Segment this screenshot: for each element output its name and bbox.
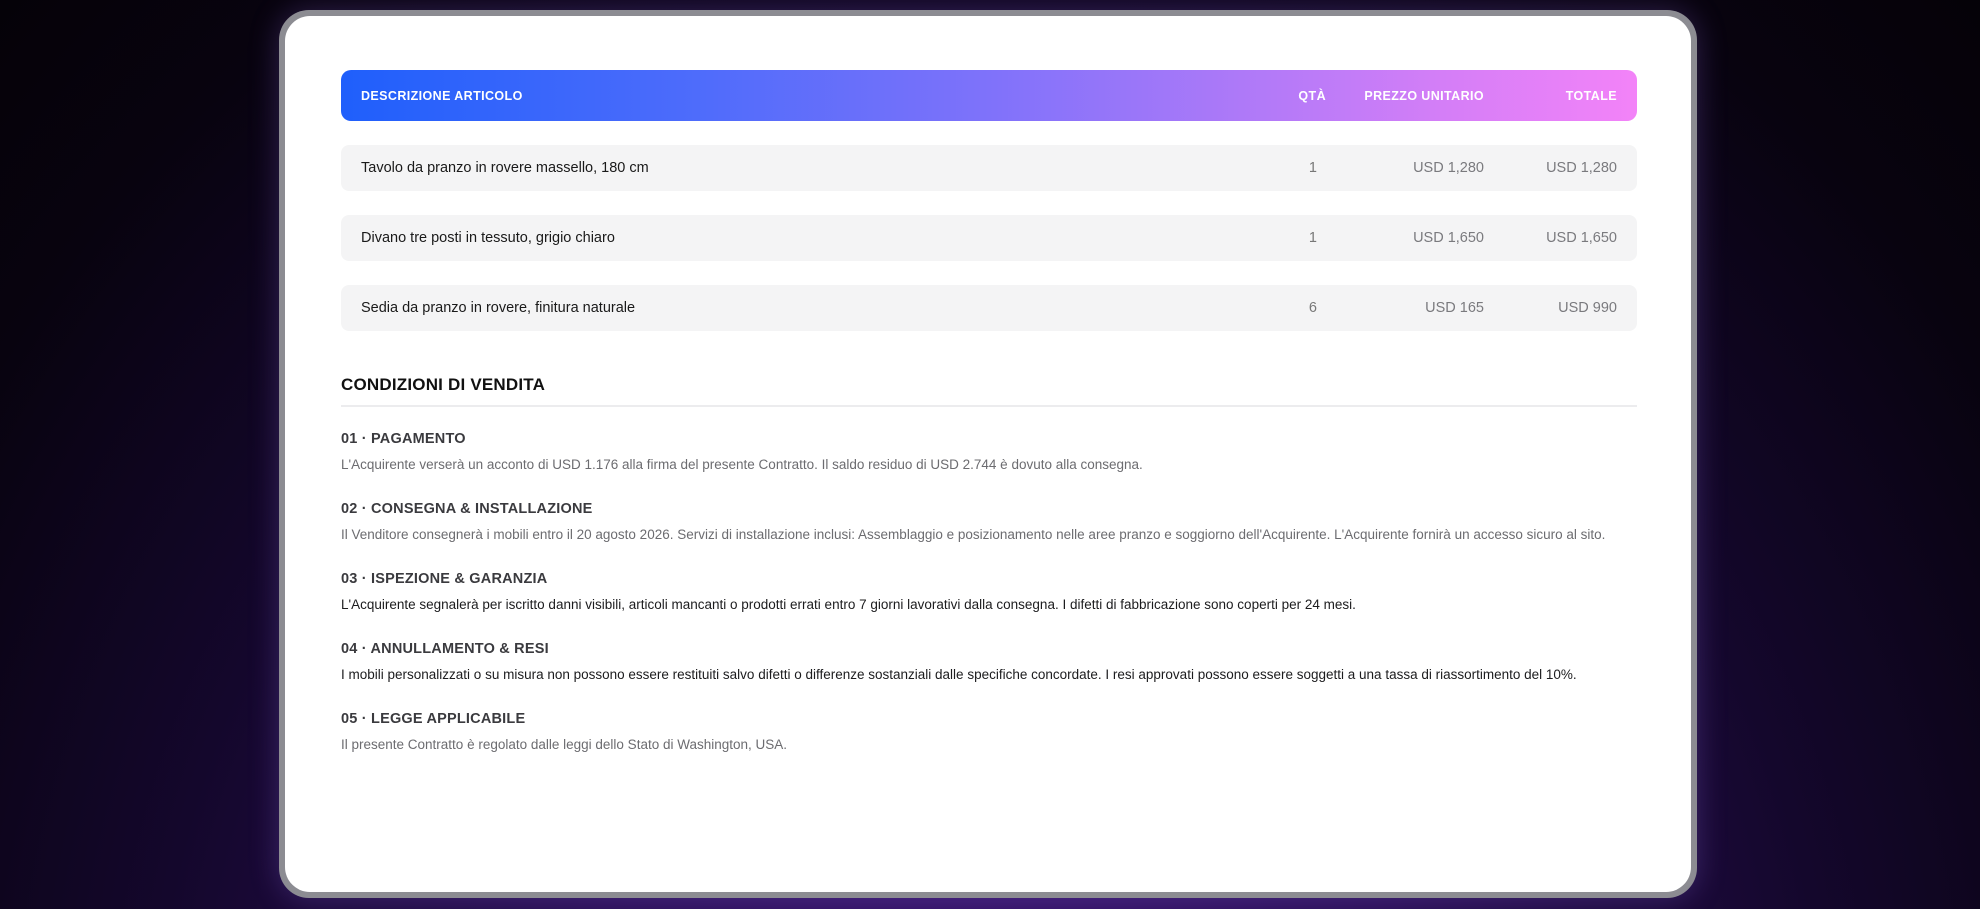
terms-title: CONDIZIONI DI VENDITA bbox=[341, 375, 1637, 407]
clause-delivery: 02 · CONSEGNA & INSTALLAZIONE Il Vendito… bbox=[341, 501, 1637, 547]
clause-payment: 01 · PAGAMENTO L'Acquirente verserà un a… bbox=[341, 431, 1637, 477]
header-description: DESCRIZIONE ARTICOLO bbox=[361, 88, 523, 103]
row-total: USD 1,650 bbox=[1546, 230, 1617, 246]
row-description: Sedia da pranzo in rovere, finitura natu… bbox=[361, 300, 636, 316]
table-row: Tavolo da pranzo in rovere massello, 180… bbox=[341, 145, 1637, 191]
document-card: DESCRIZIONE ARTICOLO QTÀ PREZZO UNITARIO… bbox=[285, 16, 1691, 892]
clause-title: 02 · CONSEGNA & INSTALLAZIONE bbox=[341, 501, 593, 517]
document-content: DESCRIZIONE ARTICOLO QTÀ PREZZO UNITARIO… bbox=[341, 70, 1637, 757]
row-description: Divano tre posti in tessuto, grigio chia… bbox=[361, 230, 615, 246]
clause-body: L'Acquirente verserà un acconto di USD 1… bbox=[341, 457, 1143, 472]
row-quantity: 1 bbox=[1308, 160, 1317, 176]
clause-cancellation: 04 · ANNULLAMENTO & RESI I mobili person… bbox=[341, 641, 1637, 687]
row-unit-price: USD 1,650 bbox=[1413, 230, 1484, 246]
clause-title: 01 · PAGAMENTO bbox=[341, 431, 466, 447]
row-quantity: 6 bbox=[1308, 300, 1317, 316]
row-unit-price: USD 165 bbox=[1425, 300, 1484, 316]
clause-body: L'Acquirente segnalerà per iscritto dann… bbox=[341, 597, 1356, 612]
table-header: DESCRIZIONE ARTICOLO QTÀ PREZZO UNITARIO… bbox=[341, 70, 1637, 121]
row-quantity: 1 bbox=[1308, 230, 1317, 246]
header-total: TOTALE bbox=[1565, 88, 1617, 103]
clause-title: 05 · LEGGE APPLICABILE bbox=[341, 711, 526, 727]
table-row: Sedia da pranzo in rovere, finitura natu… bbox=[341, 285, 1637, 331]
clause-body: Il presente Contratto è regolato dalle l… bbox=[341, 737, 788, 752]
row-total: USD 1,280 bbox=[1546, 160, 1617, 176]
clause-body: Il Venditore consegnerà i mobili entro i… bbox=[341, 527, 1606, 542]
clause-title: 03 · ISPEZIONE & GARANZIA bbox=[341, 571, 548, 587]
clause-body: I mobili personalizzati o su misura non … bbox=[341, 667, 1577, 682]
clause-warranty: 03 · ISPEZIONE & GARANZIA L'Acquirente s… bbox=[341, 571, 1637, 617]
header-quantity: QTÀ bbox=[1298, 88, 1326, 103]
clause-governing-law: 05 · LEGGE APPLICABILE Il presente Contr… bbox=[341, 711, 1637, 757]
row-unit-price: USD 1,280 bbox=[1413, 160, 1484, 176]
header-unit-price: PREZZO UNITARIO bbox=[1364, 88, 1484, 103]
table-row: Divano tre posti in tessuto, grigio chia… bbox=[341, 215, 1637, 261]
clause-title: 04 · ANNULLAMENTO & RESI bbox=[341, 641, 549, 657]
row-total: USD 990 bbox=[1558, 300, 1617, 316]
row-description: Tavolo da pranzo in rovere massello, 180… bbox=[361, 160, 649, 176]
